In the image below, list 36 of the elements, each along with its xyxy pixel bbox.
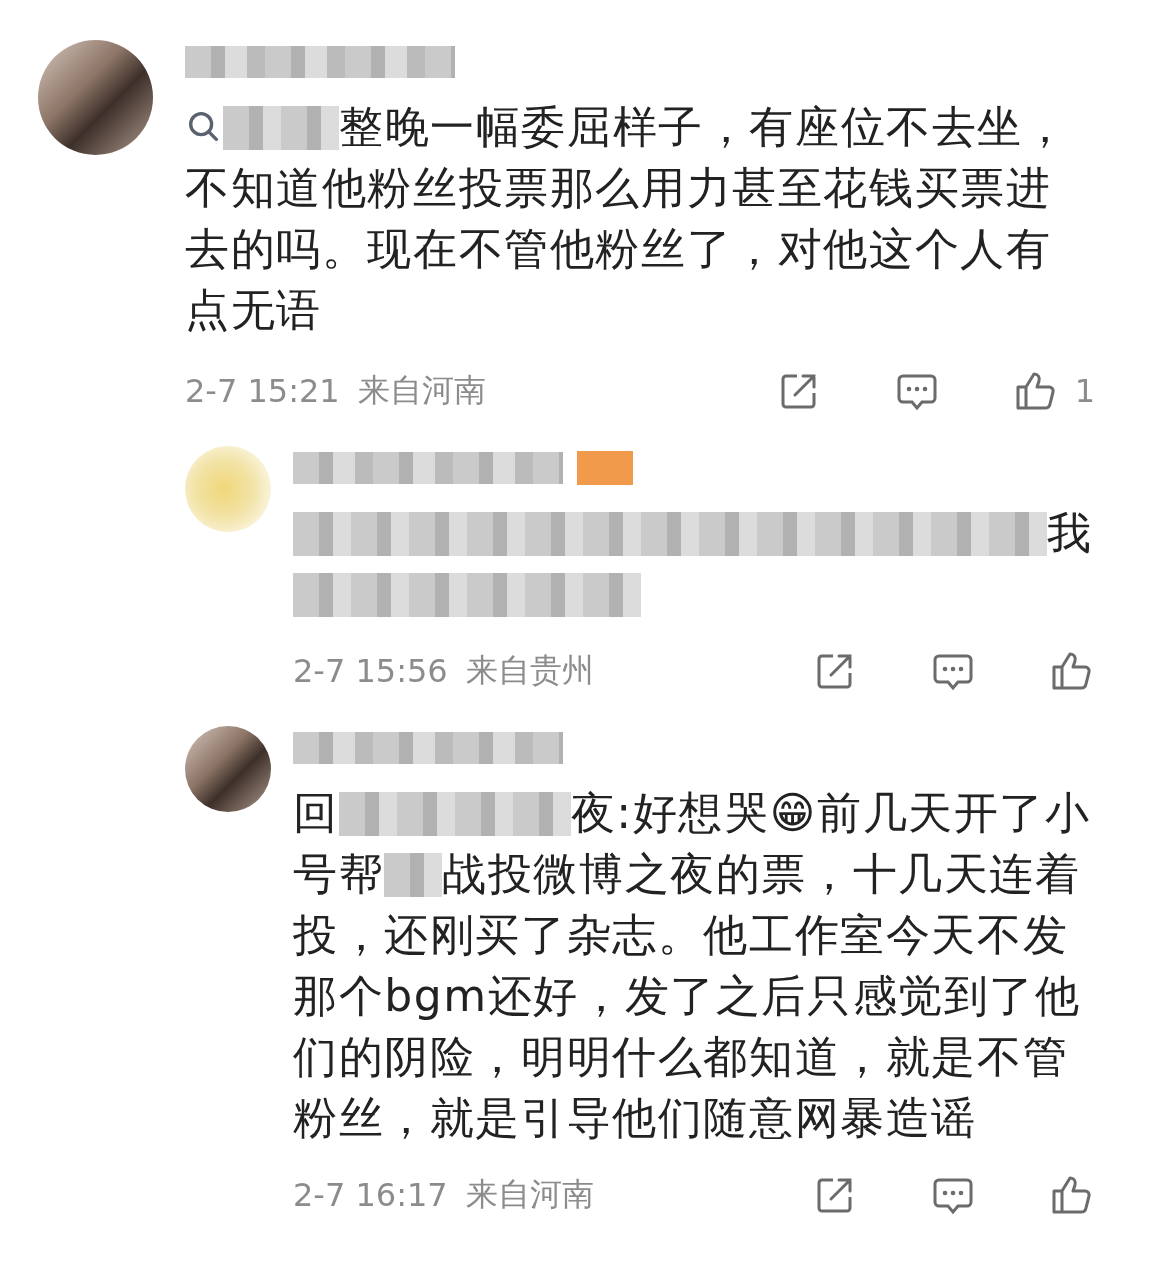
blurred-text <box>699 512 757 556</box>
comment-location: 来自贵州 <box>465 650 594 691</box>
blurred-text <box>873 512 931 556</box>
blurred-text <box>293 512 351 556</box>
like-count: 1 <box>1074 372 1095 410</box>
blurred-text <box>583 512 641 556</box>
comment-time: 2-7 15:56 <box>293 652 448 690</box>
blurred-text <box>351 512 409 556</box>
comment-location: 来自河南 <box>357 370 486 411</box>
blurred-text <box>351 573 409 617</box>
comment-location: 来自河南 <box>465 1174 594 1215</box>
blurred-text <box>467 573 525 617</box>
blurred-text <box>281 106 339 150</box>
blurred-text <box>467 512 525 556</box>
blurred-text <box>525 573 583 617</box>
comment-text: 回 夜:好想哭😁前几天开了小号帮 战投微博之夜的票，十几天连着投，还刚买了杂志。他工作室今天不发那个bgm还好，发了之后只感觉到了他们的阴险，明明什么都知道，就是不管粉丝，就是引导他们随意网暴造谣 <box>293 786 1092 1145</box>
blurred-text <box>409 573 467 617</box>
blurred-text <box>293 573 351 617</box>
blurred-text <box>338 792 397 836</box>
comment-time: 2-7 15:21 <box>185 372 340 410</box>
blurred-text <box>989 512 1047 556</box>
comment-text: 我 <box>293 502 1093 624</box>
comment-time: 2-7 16:17 <box>293 1176 448 1214</box>
blurred-text <box>454 792 513 836</box>
blurred-text <box>396 792 455 836</box>
blurred-text <box>409 512 467 556</box>
blurred-text <box>512 792 571 836</box>
blurred-text <box>223 106 281 150</box>
blurred-text <box>815 512 873 556</box>
blurred-text <box>583 573 641 617</box>
blurred-text <box>384 853 443 897</box>
blurred-text <box>757 512 815 556</box>
blurred-text <box>641 512 699 556</box>
comment-text: 整晚一幅委屈样子，有座位不去坐，不知道他粉丝投票那么用力甚至花钱买票进去的吗。现在不管他粉丝了，对他这个人有点无语 <box>185 100 1070 337</box>
blurred-text <box>525 512 583 556</box>
blurred-text <box>931 512 989 556</box>
